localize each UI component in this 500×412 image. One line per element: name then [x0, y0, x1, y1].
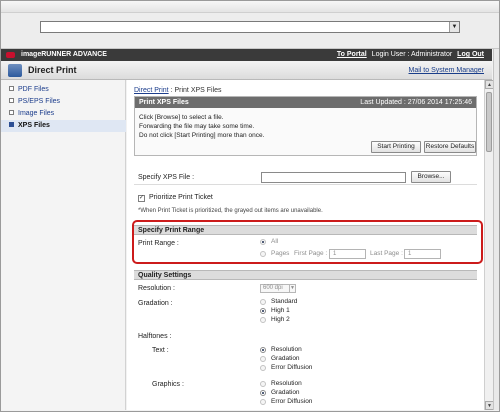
breadcrumb: Direct Print : Print XPS Files — [134, 87, 222, 94]
sidebar: PDF Files PS/EPS Files Image Files XPS F… — [1, 80, 126, 410]
bullet-icon — [9, 122, 14, 127]
instruction-line: Do not click [Start Printing] more than … — [139, 132, 265, 139]
gradation-high1-radio[interactable] — [260, 308, 266, 314]
prioritize-ticket-checkbox[interactable]: ✓ — [138, 195, 145, 202]
logout-link[interactable]: Log Out — [457, 51, 484, 58]
gradation-high2-radio[interactable] — [260, 317, 266, 323]
gradation-high1-label: High 1 — [271, 307, 290, 314]
brand-name: imageRUNNER ADVANCE — [21, 51, 107, 58]
file-path-input[interactable] — [261, 172, 406, 183]
address-bar[interactable]: ▼ — [40, 21, 460, 33]
sidebar-item-label: PDF Files — [18, 86, 49, 93]
breadcrumb-separator: : — [170, 87, 173, 94]
text-gradation-label: Gradation — [271, 355, 300, 362]
top-header: imageRUNNER ADVANCE To Portal Login User… — [1, 49, 492, 61]
chevron-down-icon: ▼ — [289, 285, 295, 292]
start-printing-button[interactable]: Start Printing — [371, 141, 421, 153]
breadcrumb-root[interactable]: Direct Print — [134, 87, 169, 94]
specify-file-label: Specify XPS File : — [138, 174, 195, 181]
chevron-down-icon: ▼ — [451, 24, 458, 30]
specify-file-row: Specify XPS File : Browse... — [134, 171, 477, 185]
instruction-line: Forwarding the file may take some time. — [139, 123, 255, 130]
text-resolution-label: Resolution — [271, 346, 302, 353]
printer-icon — [8, 64, 22, 77]
text-error-diffusion-radio[interactable] — [260, 365, 266, 371]
bullet-icon — [9, 110, 14, 115]
sidebar-item-pdf-files[interactable]: PDF Files — [1, 84, 126, 96]
sidebar-item-label: XPS Files — [18, 122, 50, 129]
graphics-error-diffusion-label: Error Diffusion — [271, 398, 313, 405]
resolution-value: 600 dpi — [263, 285, 283, 291]
window-scrollbar[interactable] — [493, 49, 499, 410]
graphics-resolution-radio[interactable] — [260, 381, 266, 387]
bullet-icon — [9, 86, 14, 91]
app-header: Direct Print Mail to System Manager — [1, 61, 492, 80]
restore-defaults-button[interactable]: Restore Defaults — [424, 141, 476, 153]
mail-to-system-manager-link[interactable]: Mail to System Manager — [409, 67, 484, 74]
breadcrumb-current: Print XPS Files — [174, 87, 222, 94]
sidebar-item-label: Image Files — [18, 110, 55, 117]
print-xps-panel: Print XPS Files Last Updated : 27/06 201… — [134, 96, 477, 156]
ticket-note: *When Print Ticket is prioritized, the g… — [138, 208, 323, 214]
resolution-select[interactable]: 600 dpi ▼ — [260, 284, 296, 293]
gradation-high2-label: High 2 — [271, 316, 290, 323]
sidebar-item-label: PS/EPS Files — [18, 98, 61, 105]
instruction-line: Click [Browse] to select a file. — [139, 114, 224, 121]
scroll-thumb[interactable] — [486, 92, 492, 152]
last-updated: Last Updated : 27/06 2014 17:25:46 — [360, 99, 472, 106]
resolution-label: Resolution : — [138, 285, 175, 292]
quality-settings-section: Quality Settings Resolution : 600 dpi ▼ … — [134, 270, 477, 410]
quality-settings-header: Quality Settings — [134, 270, 477, 280]
panel-instructions: Click [Browse] to select a file. Forward… — [135, 108, 476, 140]
halftones-graphics-label: Graphics : — [152, 381, 184, 388]
print-range-highlight — [132, 220, 483, 264]
sidebar-item-image-files[interactable]: Image Files — [1, 108, 126, 120]
browser-title-bar — [1, 1, 499, 13]
graphics-gradation-label: Gradation — [271, 389, 300, 396]
text-gradation-radio[interactable] — [260, 356, 266, 362]
gradation-label: Gradation : — [138, 300, 173, 307]
app-title: Direct Print — [28, 65, 77, 75]
graphics-error-diffusion-radio[interactable] — [260, 399, 266, 405]
sidebar-item-ps-eps-files[interactable]: PS/EPS Files — [1, 96, 126, 108]
to-portal-link[interactable]: To Portal — [337, 51, 367, 58]
graphics-resolution-label: Resolution — [271, 380, 302, 387]
gradation-standard-label: Standard — [271, 298, 298, 305]
address-dropdown-button[interactable]: ▼ — [449, 22, 459, 32]
prioritize-ticket-label: Prioritize Print Ticket — [149, 194, 213, 201]
browse-button[interactable]: Browse... — [411, 171, 451, 183]
halftones-text-label: Text : — [152, 347, 169, 354]
content-scrollbar[interactable]: ▲ ▼ — [484, 80, 494, 410]
prioritize-ticket-row: ✓ Prioritize Print Ticket — [134, 194, 477, 205]
header-links: To Portal Login User : Administrator Log… — [337, 51, 484, 58]
gradation-standard-radio[interactable] — [260, 299, 266, 305]
text-resolution-radio[interactable] — [260, 347, 266, 353]
graphics-gradation-radio[interactable] — [260, 390, 266, 396]
panel-header: Print XPS Files Last Updated : 27/06 201… — [135, 97, 476, 108]
text-error-diffusion-label: Error Diffusion — [271, 364, 313, 371]
bullet-icon — [9, 98, 14, 103]
sidebar-item-xps-files[interactable]: XPS Files — [1, 120, 126, 132]
canon-logo-icon — [6, 52, 15, 58]
login-user-text: Login User : Administrator — [371, 51, 453, 58]
halftones-label: Halftones : — [138, 333, 172, 340]
panel-title: Print XPS Files — [139, 99, 189, 106]
